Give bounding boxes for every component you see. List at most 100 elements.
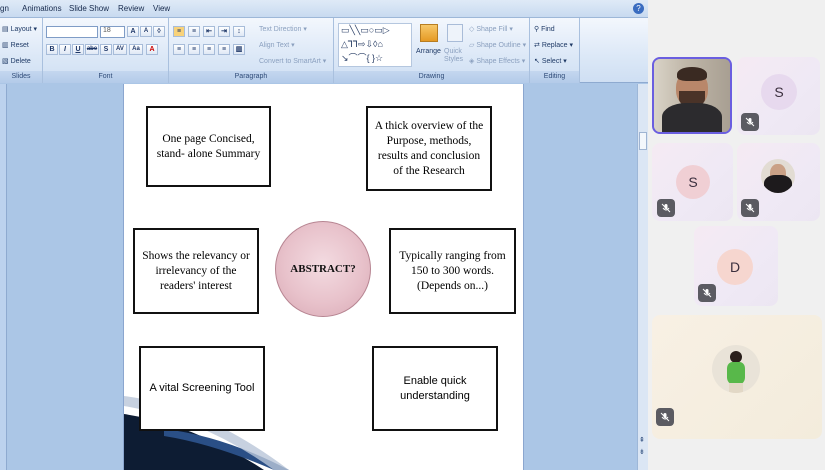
- columns-icon[interactable]: ▥: [233, 44, 245, 55]
- drawing-group-label: Drawing: [334, 71, 529, 83]
- next-slide-icon[interactable]: ⇟: [639, 448, 645, 456]
- font-group-label: Font: [43, 71, 168, 83]
- numbering-icon[interactable]: ≡: [188, 26, 200, 37]
- reset-icon: ▥: [2, 42, 11, 49]
- shapes-row-3-icon: ↘⌒⌒{ }☆: [341, 53, 384, 63]
- font-name-input[interactable]: [46, 26, 98, 38]
- participant-tile-s1[interactable]: S: [737, 57, 820, 135]
- editing-group-label: Editing: [530, 71, 579, 83]
- screening-tool-box[interactable]: A vital Screening Tool: [139, 346, 265, 431]
- layout-button[interactable]: ▤ Layout ▾: [2, 25, 37, 33]
- find-button[interactable]: ⚲ Find: [534, 25, 555, 33]
- mic-muted-icon: [656, 408, 674, 426]
- ribbon-tab-bar: gn Animations Slide Show Review View ?: [0, 0, 648, 18]
- underline-button[interactable]: U: [72, 44, 84, 55]
- decrease-indent-icon[interactable]: ⇤: [203, 26, 215, 37]
- shape-fill-button[interactable]: ◇ Shape Fill ▾: [469, 25, 513, 33]
- font-color-button[interactable]: A: [146, 44, 158, 55]
- mic-muted-icon: [741, 113, 759, 131]
- avatar-d: D: [717, 249, 753, 285]
- help-icon[interactable]: ?: [633, 3, 644, 14]
- word-range-box[interactable]: Typically ranging from 150 to 300 words.…: [389, 228, 516, 314]
- drawing-group: ▭╲╲▭○▭▷ △⅂⅂⇨⇩◊⌂ ↘⌒⌒{ }☆ Arrange Quick St…: [334, 18, 530, 83]
- shape-outline-button[interactable]: ▱ Shape Outline ▾: [469, 41, 526, 49]
- layout-icon: ▤: [2, 26, 11, 33]
- speaker-video-tile[interactable]: [652, 57, 732, 134]
- font-group: 18 A A ◊ B I U abe S AV Aa A Font: [43, 18, 169, 83]
- arrange-button[interactable]: Arrange: [416, 48, 441, 55]
- bold-button[interactable]: B: [46, 44, 58, 55]
- slides-group-label: Slides: [0, 71, 42, 83]
- delete-icon: ▧: [2, 58, 11, 65]
- photo-body: [727, 362, 745, 384]
- quick-styles-icon[interactable]: [447, 24, 463, 42]
- shapes-gallery[interactable]: ▭╲╲▭○▭▷ △⅂⅂⇨⇩◊⌂ ↘⌒⌒{ }☆: [338, 23, 412, 67]
- ribbon: ▤ Layout ▾ ▥ Reset ▧ Delete Slides 18 A …: [0, 18, 648, 83]
- tab-review[interactable]: Review: [118, 4, 144, 13]
- tab-design[interactable]: gn: [0, 4, 9, 13]
- reset-button[interactable]: ▥ Reset: [2, 41, 29, 49]
- slides-group: ▤ Layout ▾ ▥ Reset ▧ Delete Slides: [0, 18, 43, 83]
- speaker-shirt: [662, 103, 722, 132]
- arrange-icon[interactable]: [420, 24, 438, 42]
- relevancy-box[interactable]: Shows the relevancy or irrelevancy of th…: [133, 228, 259, 314]
- replace-button[interactable]: ⇄ Replace ▾: [534, 41, 573, 49]
- select-button[interactable]: ↖ Select ▾: [534, 57, 567, 65]
- italic-button[interactable]: I: [59, 44, 71, 55]
- slides-panel[interactable]: [0, 84, 7, 470]
- select-icon: ↖: [534, 58, 542, 65]
- summary-box[interactable]: One page Concised, stand- alone Summary: [146, 106, 271, 187]
- participant-tile-photo[interactable]: [737, 143, 820, 221]
- mic-muted-icon: [657, 199, 675, 217]
- char-spacing-button[interactable]: AV: [113, 44, 127, 55]
- avatar-s1: S: [761, 74, 797, 110]
- shadow-button[interactable]: S: [100, 44, 112, 55]
- strikethrough-button[interactable]: abe: [85, 44, 99, 55]
- bullets-icon[interactable]: ≡: [173, 26, 185, 37]
- participant-tile-s2[interactable]: S: [652, 143, 733, 221]
- delete-button[interactable]: ▧ Delete: [2, 57, 31, 65]
- replace-icon: ⇄: [534, 42, 542, 49]
- participant-tile-wide[interactable]: [652, 315, 822, 439]
- justify-icon[interactable]: ≡: [218, 44, 230, 55]
- font-size-input[interactable]: 18: [100, 26, 125, 38]
- editing-group: ⚲ Find ⇄ Replace ▾ ↖ Select ▾ Editing: [530, 18, 580, 83]
- convert-smartart-button[interactable]: Convert to SmartArt ▾: [259, 57, 326, 65]
- mic-muted-icon: [741, 199, 759, 217]
- tab-slide-show[interactable]: Slide Show: [69, 4, 109, 13]
- shape-effects-button[interactable]: ◈ Shape Effects ▾: [469, 57, 525, 65]
- avatar-s2: S: [676, 165, 710, 199]
- shapes-row-2-icon: △⅂⅂⇨⇩◊⌂: [341, 39, 383, 49]
- shrink-font-button[interactable]: A: [140, 26, 152, 37]
- scroll-thumb[interactable]: [639, 132, 647, 150]
- tab-view[interactable]: View: [153, 4, 170, 13]
- text-direction-button[interactable]: Text Direction ▾: [259, 25, 307, 33]
- participant-photo-avatar-2: [712, 345, 760, 393]
- participant-photo-avatar: [761, 159, 795, 193]
- participant-tile-d[interactable]: D: [694, 226, 778, 306]
- quick-styles-button[interactable]: Quick Styles: [444, 48, 466, 64]
- align-left-icon[interactable]: ≡: [173, 44, 185, 55]
- slide-canvas[interactable]: One page Concised, stand- alone Summary …: [123, 84, 524, 470]
- align-center-icon[interactable]: ≡: [188, 44, 200, 55]
- vertical-scrollbar[interactable]: ⇞ ⇟: [637, 84, 648, 470]
- clear-format-icon[interactable]: ◊: [153, 26, 165, 37]
- quick-understanding-box[interactable]: Enable quick understanding: [372, 346, 498, 431]
- shapes-row-1-icon: ▭╲╲▭○▭▷: [341, 25, 390, 35]
- align-right-icon[interactable]: ≡: [203, 44, 215, 55]
- grow-font-button[interactable]: A: [127, 26, 139, 37]
- align-text-button[interactable]: Align Text ▾: [259, 41, 295, 49]
- powerpoint-window: gn Animations Slide Show Review View ? ▤…: [0, 0, 648, 470]
- photo-legs: [729, 383, 743, 393]
- prev-slide-icon[interactable]: ⇞: [639, 436, 645, 444]
- paragraph-group-label: Paragraph: [169, 71, 333, 83]
- photo-garment: [764, 175, 792, 193]
- overview-box[interactable]: A thick overview of the Purpose, methods…: [366, 106, 492, 191]
- video-call-panel: S S D: [648, 0, 825, 470]
- change-case-button[interactable]: Aa: [129, 44, 143, 55]
- paragraph-group: ≡ ≡ ⇤ ⇥ ↕ ≡ ≡ ≡ ≡ ▥ Text Direction ▾ Ali…: [169, 18, 334, 83]
- line-spacing-icon[interactable]: ↕: [233, 26, 245, 37]
- abstract-circle[interactable]: ABSTRACT?: [275, 221, 371, 317]
- increase-indent-icon[interactable]: ⇥: [218, 26, 230, 37]
- tab-animations[interactable]: Animations: [22, 4, 62, 13]
